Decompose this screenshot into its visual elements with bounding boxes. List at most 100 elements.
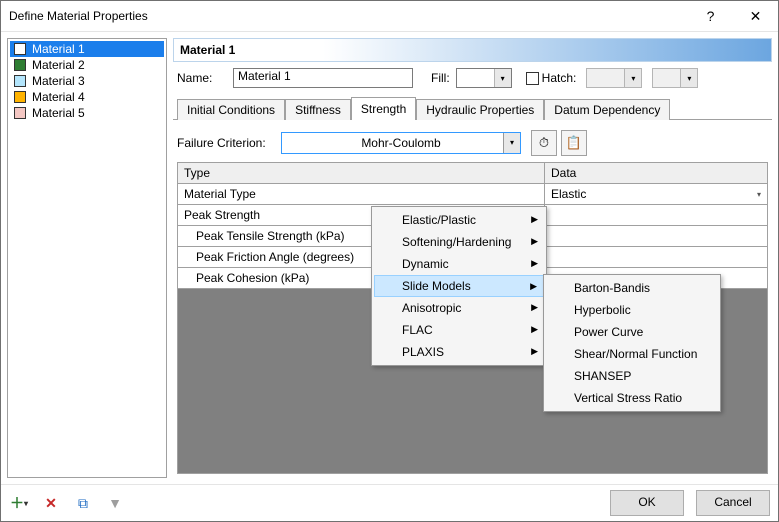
dialog-title: Define Material Properties (1, 9, 688, 23)
ok-button[interactable]: OK (610, 490, 684, 516)
menu-item[interactable]: Barton-Bandis (546, 277, 718, 299)
criterion-row: Failure Criterion: Mohr-Coulomb ▾ ⏱ 📋 (177, 130, 768, 156)
menu-item-label: Hyperbolic (574, 303, 631, 317)
tabstrip: Initial ConditionsStiffnessStrengthHydra… (173, 96, 772, 120)
left-column: Material 1 Material 2 Material 3 Material 4… (7, 38, 167, 478)
grid-col-type: Type (178, 163, 545, 183)
grid-col-data: Data (545, 163, 767, 183)
criterion-combo[interactable]: Mohr-Coulomb ▾ (281, 132, 521, 154)
menu-item-label: Anisotropic (402, 301, 461, 315)
help-button[interactable]: ? (688, 1, 733, 31)
property-name: Material Type (178, 184, 545, 204)
titlebar: Define Material Properties ? ✕ (1, 1, 778, 32)
submenu-arrow-icon: ▶ (531, 302, 538, 313)
material-label: Material 4 (32, 90, 85, 104)
menu-item[interactable]: Elastic/Plastic ▶ (374, 209, 544, 231)
chevron-down-icon: ▾ (757, 190, 761, 199)
hatch-checkbox[interactable]: Hatch: (526, 71, 577, 85)
menu-item-label: Shear/Normal Function (574, 347, 697, 361)
property-value[interactable] (545, 205, 767, 225)
toolbar-left: ＋▾ ✕ ⧉ ▼ (9, 493, 125, 513)
material-item[interactable]: Material 5 (10, 105, 164, 121)
stopwatch-button[interactable]: ⏱ (531, 130, 557, 156)
menu-item[interactable]: Vertical Stress Ratio (546, 387, 718, 409)
checkbox-icon (526, 72, 539, 85)
tab-stiffness[interactable]: Stiffness (285, 99, 351, 120)
submenu-arrow-icon: ▶ (531, 258, 538, 269)
dialog-window: Define Material Properties ? ✕ Material … (0, 0, 779, 522)
chevron-down-icon: ▾ (680, 69, 697, 87)
menu-item[interactable]: Hyperbolic (546, 299, 718, 321)
tab-hydraulic-properties[interactable]: Hydraulic Properties (416, 99, 544, 120)
table-row[interactable]: Material TypeElastic▾ (178, 184, 767, 205)
menu-item-label: SHANSEP (574, 369, 631, 383)
material-item[interactable]: Material 3 (10, 73, 164, 89)
add-button[interactable]: ＋▾ (9, 493, 29, 513)
material-heading: Material 1 (173, 38, 772, 62)
tab-strength[interactable]: Strength (351, 97, 416, 120)
menu-item-label: Slide Models (402, 279, 471, 293)
submenu-arrow-icon: ▶ (530, 281, 537, 292)
dialog-footer: ＋▾ ✕ ⧉ ▼ OK Cancel (1, 484, 778, 521)
submenu-arrow-icon: ▶ (531, 324, 538, 335)
chevron-down-icon: ▾ (624, 69, 641, 87)
material-item[interactable]: Material 1 (10, 41, 164, 57)
delete-button[interactable]: ✕ (41, 493, 61, 513)
grid-header: Type Data (178, 163, 767, 184)
menu-item-label: Softening/Hardening (402, 235, 511, 249)
menu-item-label: Vertical Stress Ratio (574, 391, 682, 405)
property-value[interactable] (545, 226, 767, 246)
menu-item[interactable]: SHANSEP (546, 365, 718, 387)
material-label: Material 1 (32, 42, 85, 56)
dialog-content: Material 1 Material 2 Material 3 Material 4… (1, 32, 778, 484)
hatch-style-combo: ▾ (586, 68, 642, 88)
material-label: Material 3 (32, 74, 85, 88)
menu-item[interactable]: Dynamic ▶ (374, 253, 544, 275)
property-value[interactable]: Elastic▾ (545, 184, 767, 204)
fill-combo[interactable]: ▾ (456, 68, 512, 88)
submenu-arrow-icon: ▶ (531, 214, 538, 225)
hatch-label: Hatch: (542, 71, 577, 85)
submenu-arrow-icon: ▶ (531, 346, 538, 357)
menu-item[interactable]: FLAC ▶ (374, 319, 544, 341)
menu-item[interactable]: Slide Models ▶ (374, 275, 544, 297)
menu-item-label: Elastic/Plastic (402, 213, 476, 227)
menu-item[interactable]: PLAXIS ▶ (374, 341, 544, 363)
close-button[interactable]: ✕ (733, 1, 778, 31)
copy-params-button[interactable]: 📋 (561, 130, 587, 156)
material-swatch-icon (14, 107, 26, 119)
menu-item-label: Barton-Bandis (574, 281, 650, 295)
material-swatch-icon (14, 43, 26, 55)
cancel-button[interactable]: Cancel (696, 490, 770, 516)
material-label: Material 5 (32, 106, 85, 120)
material-item[interactable]: Material 2 (10, 57, 164, 73)
menu-item[interactable]: Power Curve (546, 321, 718, 343)
material-swatch-icon (14, 75, 26, 87)
criterion-label: Failure Criterion: (177, 136, 277, 150)
menu-item-label: FLAC (402, 323, 433, 337)
material-swatch-icon (14, 59, 26, 71)
tab-initial-conditions[interactable]: Initial Conditions (177, 99, 285, 120)
property-value[interactable] (545, 247, 767, 267)
menu-item[interactable]: Shear/Normal Function (546, 343, 718, 365)
criterion-value: Mohr-Coulomb (361, 136, 440, 150)
copy-button[interactable]: ⧉ (73, 493, 93, 513)
submenu-arrow-icon: ▶ (531, 236, 538, 247)
menu-item[interactable]: Softening/Hardening ▶ (374, 231, 544, 253)
chevron-down-icon: ▾ (494, 69, 511, 87)
fill-label: Fill: (431, 71, 450, 85)
material-list[interactable]: Material 1 Material 2 Material 3 Material 4… (7, 38, 167, 478)
menu-item-label: Power Curve (574, 325, 643, 339)
name-input[interactable]: Material 1 (233, 68, 413, 88)
menu-item-label: Dynamic (402, 257, 449, 271)
filter-button[interactable]: ▼ (105, 493, 125, 513)
right-column: Material 1 Name: Material 1 Fill: ▾ Hatc… (173, 38, 772, 478)
material-item[interactable]: Material 4 (10, 89, 164, 105)
menu-item[interactable]: Anisotropic ▶ (374, 297, 544, 319)
menu-item-label: PLAXIS (402, 345, 444, 359)
criterion-dropdown-menu[interactable]: Elastic/Plastic▶Softening/Hardening▶Dyna… (371, 206, 547, 366)
chevron-down-icon: ▾ (503, 133, 520, 153)
material-label: Material 2 (32, 58, 85, 72)
tab-datum-dependency[interactable]: Datum Dependency (544, 99, 670, 120)
slide-models-submenu[interactable]: Barton-Bandis Hyperbolic Power Curve Shear/… (543, 274, 721, 412)
